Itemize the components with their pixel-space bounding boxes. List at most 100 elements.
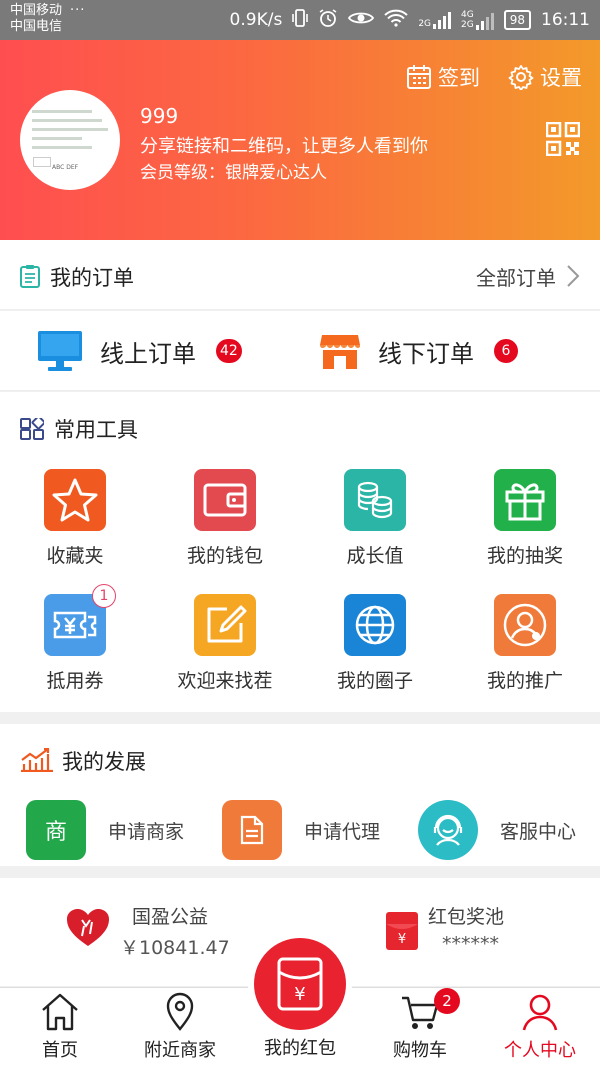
orders-title: 我的订单 (50, 266, 134, 290)
gear-icon (508, 65, 534, 90)
carrier-name-2: 中国电信 (10, 19, 63, 34)
username: 999 (140, 104, 179, 128)
chevron-right-icon[interactable] (566, 264, 580, 288)
tool-coupon[interactable]: 1 抵用券 (0, 584, 150, 693)
tool-wallet-tile (194, 469, 256, 531)
online-orders-badge: 42 (216, 339, 242, 363)
tool-coupon-tile: 1 (44, 584, 116, 656)
tool-growth-tile (344, 469, 406, 531)
network-type-1: 2G (418, 19, 432, 29)
apply-agent-button[interactable]: 申请代理 (222, 800, 380, 860)
tab-profile[interactable]: 个人中心 (480, 992, 600, 1062)
avatar[interactable]: ABC DEF (20, 90, 120, 190)
orders-row: 线上订单 42 线下订单 6 (0, 311, 600, 391)
customer-service-icon (418, 800, 478, 860)
apply-merchant-button[interactable]: 商 申请商家 (26, 800, 184, 860)
gift-icon (505, 483, 545, 521)
charity-heart-icon[interactable] (66, 908, 110, 948)
tab-nearby[interactable]: 附近商家 (120, 992, 240, 1062)
location-pin-icon (166, 992, 194, 1031)
apply-agent-label: 申请代理 (304, 820, 381, 843)
customer-service-button[interactable]: 客服中心 (418, 800, 576, 860)
avatar-key-2: DEF (66, 164, 79, 171)
share-text[interactable]: 分享链接和二维码，让更多人看到你 (140, 132, 428, 158)
avatar-image: ABC DEF (32, 104, 112, 179)
offline-orders-button[interactable]: 线下订单 6 (320, 331, 518, 371)
checkin-label: 签到 (438, 66, 480, 90)
tool-lottery-tile (494, 469, 556, 531)
all-orders-link[interactable]: 全部订单 (476, 262, 556, 291)
wallet-icon (203, 483, 247, 517)
tab-red-packet[interactable]: ¥ (254, 938, 346, 1030)
tool-lottery[interactable]: 我的抽奖 (450, 469, 600, 568)
tool-label: 抵用券 (46, 670, 104, 692)
online-orders-button[interactable]: 线上订单 42 (38, 331, 242, 371)
tool-growth[interactable]: 成长值 (300, 469, 450, 568)
globe-icon (355, 605, 395, 645)
tab-red-packet-label: 我的红包 (264, 1038, 336, 1059)
red-packet-icon: ¥ (277, 957, 323, 1011)
person-icon (503, 603, 547, 647)
qrcode-icon[interactable] (546, 122, 580, 156)
store-icon (320, 335, 360, 369)
tool-wallet[interactable]: 我的钱包 (150, 469, 300, 568)
tab-nearby-label: 附近商家 (144, 1040, 216, 1061)
tool-label: 我的钱包 (186, 545, 263, 567)
tab-cart-label: 购物车 (393, 1040, 447, 1061)
coupon-badge: 1 (92, 584, 116, 608)
apply-merchant-label: 申请商家 (108, 820, 185, 843)
tab-cart[interactable]: 购物车 (360, 992, 480, 1062)
home-icon (42, 993, 78, 1031)
charity-name: 国盈公益 (132, 906, 209, 928)
edit-icon (207, 605, 247, 643)
prize-pool-item[interactable]: 红包奖池 ****** (428, 902, 504, 955)
wifi-icon (384, 9, 408, 32)
orders-section-header: 我的订单 全部订单 (0, 240, 600, 310)
clipboard-icon (20, 265, 40, 288)
tool-label: 收藏夹 (46, 545, 104, 567)
tools-title: 常用工具 (54, 418, 138, 442)
network-type-3: 2G (461, 20, 474, 30)
grid-icon (20, 418, 44, 440)
charity-item[interactable]: 国盈公益 ￥10841.47 (120, 902, 230, 960)
online-orders-label: 线上订单 (100, 339, 196, 368)
signal-icon-1 (433, 11, 452, 29)
tool-favorites[interactable]: 收藏夹 (0, 469, 150, 568)
tab-home-label: 首页 (42, 1040, 78, 1061)
avatar-key-1: ABC (52, 164, 65, 171)
settings-button[interactable]: 设置 (508, 62, 582, 92)
growth-chart-icon (21, 748, 53, 772)
tool-feedback[interactable]: 欢迎来找茬 (150, 594, 300, 693)
alarm-icon (318, 8, 338, 33)
battery-icon: 98 (503, 10, 531, 30)
shop-icon: 商 (26, 800, 86, 860)
tool-feedback-tile (194, 594, 256, 656)
network-type-2: 4G (461, 10, 474, 20)
tool-favorites-tile (44, 469, 106, 531)
development-section: 我的发展 商 申请商家 申请代理 客服中心 (0, 724, 600, 866)
red-packet-icon[interactable]: ¥ (386, 912, 418, 950)
tab-home[interactable]: 首页 (0, 992, 120, 1062)
svg-text:¥: ¥ (294, 984, 305, 1005)
clock: 16:11 (541, 10, 590, 30)
calendar-icon (407, 65, 431, 89)
member-level: 会员等级：银牌爱心达人 (140, 163, 327, 183)
svg-text:¥: ¥ (398, 932, 406, 947)
tab-profile-label: 个人中心 (504, 1040, 576, 1061)
tool-circle[interactable]: 我的圈子 (300, 594, 450, 693)
network-speed: 0.9K/s (229, 10, 283, 30)
charity-value: ￥10841.47 (120, 937, 230, 959)
document-icon (222, 800, 282, 860)
checkin-button[interactable]: 签到 (406, 62, 480, 92)
tool-label: 成长值 (346, 545, 404, 567)
tool-promotion-tile (494, 594, 556, 656)
coupon-icon (53, 611, 97, 639)
cart-badge: 2 (434, 988, 460, 1014)
tools-section: 常用工具 收藏夹 我的钱包 成长值 我的抽奖 1 抵用券 欢迎来找茬 我的圈子 … (0, 392, 600, 712)
vibrate-icon (292, 8, 309, 32)
tool-promotion[interactable]: 我的推广 (450, 594, 600, 693)
customer-service-label: 客服中心 (500, 820, 577, 843)
monitor-icon (38, 331, 82, 371)
profile-header: 签到 设置 ABC DEF 999 分享链接和二维码，让更多人看到你 会员等级：… (0, 40, 600, 240)
development-title: 我的发展 (62, 750, 146, 774)
